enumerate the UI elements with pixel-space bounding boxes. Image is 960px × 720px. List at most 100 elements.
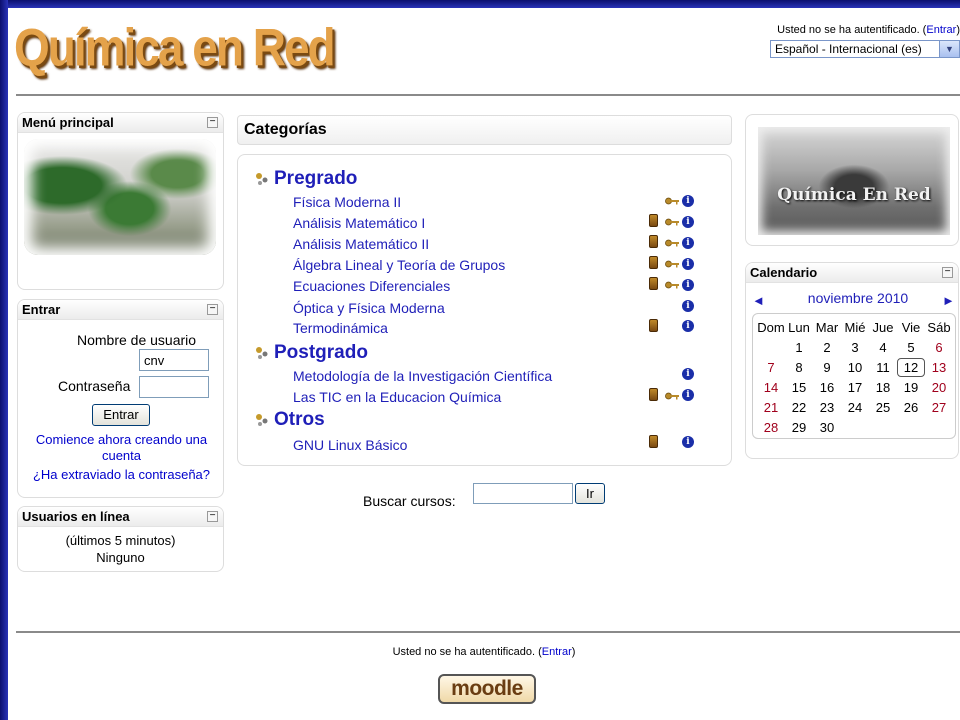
calendar-day: 2 <box>823 340 831 355</box>
calendar-day: 28 <box>763 420 779 435</box>
info-icon[interactable]: i <box>682 436 694 448</box>
main-menu-title: Menú principal <box>22 115 114 130</box>
course-link[interactable]: Análisis Matemático II <box>293 236 429 252</box>
calendar-title: Calendario <box>750 265 818 280</box>
calendar-day: 16 <box>819 380 835 395</box>
course-link[interactable]: Óptica y Física Moderna <box>293 300 445 316</box>
calendar-week-row: 7 8 9 10 11 12 13 <box>757 358 953 378</box>
footer-login-info: Usted no se ha autentificado. (Entrar) <box>8 646 960 658</box>
search-courses-label: Buscar cursos: <box>363 493 456 509</box>
weekday-label: Mié <box>844 320 866 335</box>
course-link[interactable]: GNU Linux Básico <box>293 437 407 453</box>
calendar-day: 26 <box>903 400 919 415</box>
language-select-value: Español - Internacional (es) <box>775 42 922 56</box>
online-users-period: (últimos 5 minutos) <box>65 533 176 548</box>
username-label: Nombre de usuario <box>77 332 197 348</box>
info-icon[interactable]: i <box>682 237 694 249</box>
calendar-day: 23 <box>819 400 835 415</box>
signup-link[interactable]: Comience ahora creando una cuenta <box>36 432 207 463</box>
key-icon <box>665 239 679 247</box>
info-icon[interactable]: i <box>682 279 694 291</box>
calendar-header: Calendario − <box>746 263 958 283</box>
footer-login-link[interactable]: Entrar <box>542 646 572 658</box>
calendar-day: 18 <box>875 380 891 395</box>
window-frame-left <box>0 0 8 720</box>
login-block-header: Entrar − <box>18 300 223 320</box>
key-icon <box>665 197 679 205</box>
info-icon[interactable]: i <box>682 320 694 332</box>
category-otros[interactable]: Otros <box>256 409 325 431</box>
calendar-day: 8 <box>795 360 803 375</box>
category-pregrado[interactable]: Pregrado <box>256 168 357 190</box>
login-link[interactable]: Entrar <box>926 24 956 36</box>
calendar-day: 21 <box>763 400 779 415</box>
course-link[interactable]: Álgebra Lineal y Teoría de Grupos <box>293 257 505 273</box>
category-icon <box>256 347 268 359</box>
footer-login-suffix: ) <box>571 646 576 658</box>
calendar-day: 11 <box>876 360 890 375</box>
weekday-label: Vie <box>901 320 921 335</box>
calendar-day: 10 <box>847 360 863 375</box>
category-icon <box>256 173 268 185</box>
building-photo <box>24 139 216 255</box>
prev-month-icon[interactable]: ◄ <box>752 293 765 308</box>
moodle-logo[interactable]: moodle <box>438 674 536 704</box>
info-icon[interactable]: i <box>682 389 694 401</box>
course-link[interactable]: Termodinámica <box>293 320 388 336</box>
course-link[interactable]: Las TIC en la Educacion Química <box>293 389 501 405</box>
calendar-day: 13 <box>931 360 947 375</box>
category-title[interactable]: Postgrado <box>274 342 368 363</box>
chevron-down-icon[interactable]: ▼ <box>939 41 959 57</box>
info-icon[interactable]: i <box>682 300 694 312</box>
username-field[interactable] <box>139 349 209 371</box>
category-title[interactable]: Otros <box>274 409 325 430</box>
online-users-header: Usuarios en línea − <box>18 507 223 527</box>
calendar-day: 1 <box>795 340 803 355</box>
site-logo[interactable]: Química en Red <box>14 16 336 78</box>
course-link[interactable]: Ecuaciones Diferenciales <box>293 278 450 294</box>
category-postgrado[interactable]: Postgrado <box>256 342 368 364</box>
signup-link-wrap: Comience ahora creando una cuenta <box>24 432 219 464</box>
info-icon[interactable]: i <box>682 258 694 270</box>
forgot-password-link[interactable]: ¿Ha extraviado la contraseña? <box>33 467 210 482</box>
calendar-day: 7 <box>767 360 775 375</box>
info-icon[interactable]: i <box>682 216 694 228</box>
key-icon <box>665 260 679 268</box>
language-select[interactable]: Español - Internacional (es) ▼ <box>770 40 960 58</box>
collapse-icon[interactable]: − <box>207 304 218 315</box>
calendar-block: Calendario − ◄ noviembre 2010 ► Dom Lun … <box>745 262 959 459</box>
login-info: Usted no se ha autentificado. (Entrar) <box>777 24 960 36</box>
search-courses-input[interactable] <box>473 483 573 504</box>
info-icon[interactable]: i <box>682 368 694 380</box>
course-link[interactable]: Metodología de la Investigación Científi… <box>293 368 552 384</box>
next-month-icon[interactable]: ► <box>942 293 955 308</box>
window-frame-top <box>0 0 960 8</box>
calendar-day: 22 <box>791 400 807 415</box>
calendar-weekday-row: Dom Lun Mar Mié Jue Vie Sáb <box>757 318 953 338</box>
course-link[interactable]: Análisis Matemático I <box>293 215 425 231</box>
info-icon[interactable]: i <box>682 195 694 207</box>
online-users-value: Ninguno <box>96 550 145 565</box>
category-title[interactable]: Pregrado <box>274 168 357 189</box>
login-info-suffix: ) <box>956 24 960 36</box>
forgot-link-wrap: ¿Ha extraviado la contraseña? <box>24 466 219 484</box>
weekday-label: Dom <box>757 320 785 335</box>
login-submit-button[interactable]: Entrar <box>92 404 150 426</box>
calendar-day: 3 <box>851 340 859 355</box>
footer-divider <box>16 631 960 633</box>
collapse-icon[interactable]: − <box>942 267 953 278</box>
calendar-day: 14 <box>763 380 779 395</box>
search-go-button[interactable]: Ir <box>575 483 605 504</box>
course-link[interactable]: Física Moderna II <box>293 194 401 210</box>
calendar-week-row: 28 29 30 <box>757 418 953 438</box>
password-field[interactable] <box>139 376 209 398</box>
collapse-icon[interactable]: − <box>207 511 218 522</box>
key-icon <box>665 281 679 289</box>
calendar-month[interactable]: noviembre 2010 <box>798 290 918 306</box>
calendar-day: 27 <box>931 400 947 415</box>
calendar-day: 20 <box>931 380 947 395</box>
collapse-icon[interactable]: − <box>207 117 218 128</box>
calendar-grid: Dom Lun Mar Mié Jue Vie Sáb 1 2 3 4 5 6 <box>757 318 953 438</box>
banner-text: Química En Red <box>777 185 931 205</box>
guest-access-icon <box>649 277 658 290</box>
